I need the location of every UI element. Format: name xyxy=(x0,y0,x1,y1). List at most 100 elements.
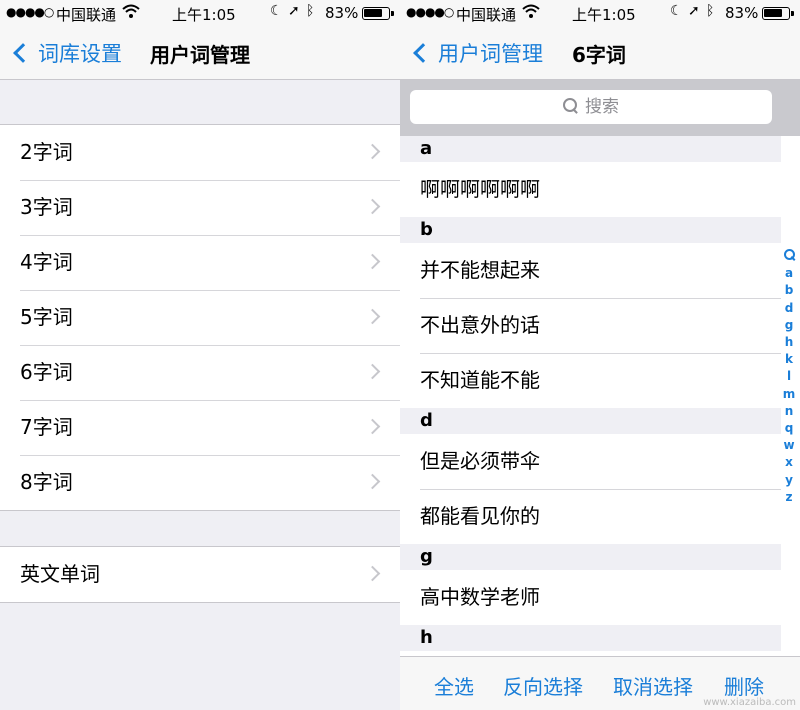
section-header-b: b xyxy=(400,217,781,243)
index-letter[interactable]: k xyxy=(782,351,796,368)
list-item-label: 7字词 xyxy=(20,415,73,439)
left-screen: ●●●●○ 中国联通 上午1:05 ☾ ➚ ᛒ 83% 词库设置 用户词管理 2… xyxy=(0,0,400,710)
list-item-label: 8字词 xyxy=(20,470,73,494)
section-header-g: g xyxy=(400,544,781,570)
clock: 上午1:05 xyxy=(172,6,236,24)
list-item-3char[interactable]: 3字词 xyxy=(0,180,400,235)
battery-icon xyxy=(362,7,394,20)
english-words-group: 英文单词 xyxy=(0,546,400,603)
right-screen: ●●●●○ 中国联通 上午1:05 ☾ ➚ ᛒ 83% 用户词管理 6字词 搜索… xyxy=(400,0,800,710)
back-button[interactable]: 词库设置 xyxy=(10,38,122,68)
section-header-a: a xyxy=(400,136,781,162)
chevron-right-icon xyxy=(364,143,381,160)
list-item[interactable]: 啊啊啊啊啊啊 xyxy=(400,162,781,217)
battery-nub xyxy=(391,11,394,16)
index-search-icon[interactable] xyxy=(782,248,796,265)
bluetooth-icon: ᛒ xyxy=(706,3,715,19)
moon-icon: ☾ xyxy=(270,3,283,19)
section-header-h: h xyxy=(400,625,781,651)
chevron-right-icon xyxy=(364,473,381,490)
index-letter[interactable]: m xyxy=(782,386,796,403)
chevron-right-icon xyxy=(364,253,381,270)
list-item-label: 6字词 xyxy=(20,360,73,384)
search-input[interactable]: 搜索 xyxy=(410,90,772,124)
chevron-right-icon xyxy=(364,308,381,325)
carrier-name: 中国联通 xyxy=(456,6,517,24)
list-item[interactable]: 不知道能不能 xyxy=(400,353,781,408)
page-title: 用户词管理 xyxy=(150,43,250,67)
status-bar: ●●●●○ 中国联通 上午1:05 ☾ ➚ ᛒ 83% xyxy=(0,0,400,26)
index-letter[interactable]: g xyxy=(782,317,796,334)
back-label: 用户词管理 xyxy=(438,42,543,66)
word-length-group: 2字词 3字词 4字词 5字词 6字词 7字词 8字词 xyxy=(0,124,400,511)
list-item-6char[interactable]: 6字词 xyxy=(0,345,400,400)
list-item-4char[interactable]: 4字词 xyxy=(0,235,400,290)
index-letter[interactable]: y xyxy=(782,472,796,489)
list-item[interactable]: 不出意外的话 xyxy=(400,298,781,353)
list-item[interactable]: 但是必须带伞 xyxy=(400,434,781,489)
chevron-right-icon xyxy=(364,565,381,582)
nav-bar: 用户词管理 6字词 xyxy=(400,26,800,80)
battery-icon xyxy=(762,7,794,20)
section-index[interactable]: a b d g h k l m n q w x y z xyxy=(782,248,796,506)
page-title: 6字词 xyxy=(572,43,626,67)
index-letter[interactable]: z xyxy=(782,489,796,506)
list-item-label: 3字词 xyxy=(20,195,73,219)
index-letter[interactable]: x xyxy=(782,454,796,471)
search-icon xyxy=(783,249,795,260)
section-header-d: d xyxy=(400,408,781,434)
signal-strength: ●●●●○ xyxy=(406,5,454,19)
search-icon xyxy=(563,98,579,114)
back-label: 词库设置 xyxy=(38,42,122,66)
list-item[interactable]: 都能看见你的 xyxy=(400,489,781,544)
clock: 上午1:05 xyxy=(572,6,636,24)
word-list: a 啊啊啊啊啊啊 b 并不能想起来 不出意外的话 不知道能不能 d 但是必须带伞… xyxy=(400,136,781,651)
index-letter[interactable]: a xyxy=(782,265,796,282)
list-item[interactable]: 并不能想起来 xyxy=(400,243,781,298)
index-letter[interactable]: l xyxy=(782,368,796,385)
list-item-label: 4字词 xyxy=(20,250,73,274)
index-letter[interactable]: d xyxy=(782,300,796,317)
index-letter[interactable]: w xyxy=(782,437,796,454)
status-bar: ●●●●○ 中国联通 上午1:05 ☾ ➚ ᛒ 83% xyxy=(400,0,800,26)
chevron-left-icon xyxy=(413,43,433,63)
chevron-right-icon xyxy=(364,363,381,380)
index-letter[interactable]: n xyxy=(782,403,796,420)
carrier-name: 中国联通 xyxy=(56,6,117,24)
search-placeholder: 搜索 xyxy=(585,97,619,117)
location-arrow-icon: ➚ xyxy=(688,3,700,19)
list-item-2char[interactable]: 2字词 xyxy=(0,125,400,180)
battery-fill xyxy=(364,9,383,17)
watermark: www.xiazaiba.com xyxy=(703,697,796,708)
wifi-icon xyxy=(122,2,140,24)
list-item-label: 2字词 xyxy=(20,140,73,164)
index-letter[interactable]: b xyxy=(782,282,796,299)
search-bar: 搜索 xyxy=(400,80,800,136)
back-button[interactable]: 用户词管理 xyxy=(410,38,543,68)
nav-bar: 词库设置 用户词管理 xyxy=(0,26,400,80)
deselect-button[interactable]: 取消选择 xyxy=(613,671,693,700)
battery-nub xyxy=(791,11,794,16)
list-item-label: 英文单词 xyxy=(20,562,100,586)
delete-button[interactable]: 删除 xyxy=(724,671,764,700)
moon-icon: ☾ xyxy=(670,3,683,19)
chevron-left-icon xyxy=(13,43,33,63)
list-item[interactable]: 高中数学老师 xyxy=(400,570,781,625)
battery-fill xyxy=(764,9,783,17)
index-letter[interactable]: q xyxy=(782,420,796,437)
chevron-right-icon xyxy=(364,198,381,215)
select-all-button[interactable]: 全选 xyxy=(434,671,474,700)
list-item-7char[interactable]: 7字词 xyxy=(0,400,400,455)
battery-percent: 83% xyxy=(325,4,359,22)
signal-strength: ●●●●○ xyxy=(6,5,54,19)
list-item-english-words[interactable]: 英文单词 xyxy=(0,547,400,602)
list-item-5char[interactable]: 5字词 xyxy=(0,290,400,345)
list-item-8char[interactable]: 8字词 xyxy=(0,455,400,510)
list-item-label: 5字词 xyxy=(20,305,73,329)
chevron-right-icon xyxy=(364,418,381,435)
bluetooth-icon: ᛒ xyxy=(306,3,315,19)
location-arrow-icon: ➚ xyxy=(288,3,300,19)
wifi-icon xyxy=(522,2,540,24)
invert-selection-button[interactable]: 反向选择 xyxy=(503,671,583,700)
index-letter[interactable]: h xyxy=(782,334,796,351)
